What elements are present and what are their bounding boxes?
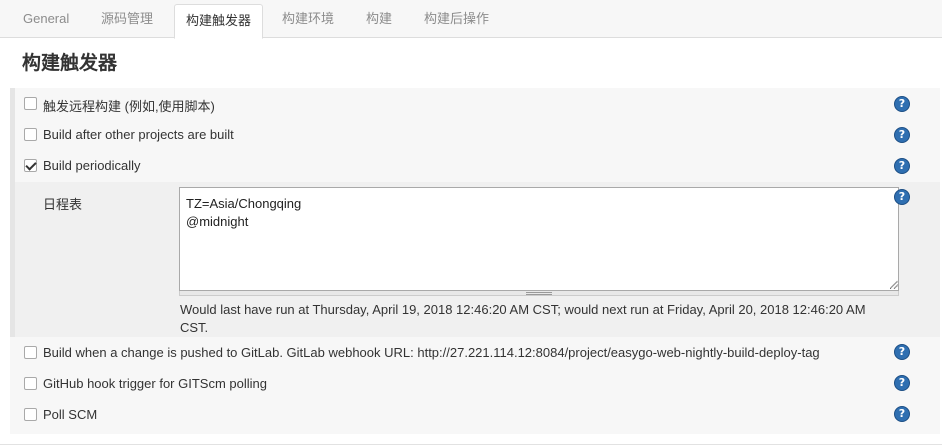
help-icon[interactable]: ? [894,189,910,205]
help-icon[interactable]: ? [894,158,910,174]
trigger-poll-scm-checkbox[interactable] [24,408,37,421]
tab-source-control[interactable]: 源码管理 [101,0,153,38]
trigger-remote-build-label: 触发远程构建 (例如,使用脚本) [43,99,215,114]
trigger-build-periodically-checkbox[interactable] [24,159,37,172]
schedule-textarea[interactable]: TZ=Asia/Chongqing @midnight [179,187,899,291]
trigger-github-hook-label: GitHub hook trigger for GITScm polling [43,376,267,391]
tab-build-environment[interactable]: 构建环境 [282,0,334,38]
tab-build-triggers[interactable]: 构建触发器 [174,4,264,39]
tab-bar: General 源码管理 构建触发器 构建环境 构建 构建后操作 [0,0,942,39]
trigger-github-hook: GitHub hook trigger for GITScm polling [15,368,940,399]
tab-general[interactable]: General [23,0,69,38]
schedule-line-spec: @midnight [186,214,249,229]
help-icon[interactable]: ? [894,127,910,143]
help-icon[interactable]: ? [894,375,910,391]
help-icon[interactable]: ? [894,344,910,360]
schedule-next-run-note: Would last have run at Thursday, April 1… [180,302,866,335]
tab-build[interactable]: 构建 [366,0,392,38]
trigger-github-hook-checkbox[interactable] [24,377,37,390]
help-icon[interactable]: ? [894,96,910,112]
textarea-resize-grip[interactable] [889,280,898,289]
trigger-poll-scm-label: Poll SCM [43,407,98,422]
trigger-build-periodically: Build periodically [15,150,940,181]
trigger-remote-build-checkbox[interactable] [24,97,37,110]
textarea-drag-handle[interactable] [179,291,899,296]
help-icon[interactable]: ? [894,406,910,422]
trigger-after-other-projects-checkbox[interactable] [24,128,37,141]
trigger-gitlab-push-label: Build when a change is pushed to GitLab.… [43,345,820,360]
trigger-build-periodically-label: Build periodically [43,158,141,173]
schedule-label: 日程表 [43,197,83,212]
trigger-after-other-projects: Build after other projects are built [15,119,940,150]
trigger-gitlab-push-checkbox[interactable] [24,346,37,359]
tab-post-build-actions[interactable]: 构建后操作 [424,0,489,38]
section-title: 构建触发器 [22,53,118,74]
trigger-after-other-projects-label: Build after other projects are built [43,127,234,142]
trigger-poll-scm: Poll SCM [15,399,940,430]
trigger-gitlab-push: Build when a change is pushed to GitLab.… [15,337,940,368]
section-divider [0,444,942,445]
trigger-remote-build: 触发远程构建 (例如,使用脚本) [15,88,940,119]
schedule-line-timezone: TZ=Asia/Chongqing [186,196,302,211]
